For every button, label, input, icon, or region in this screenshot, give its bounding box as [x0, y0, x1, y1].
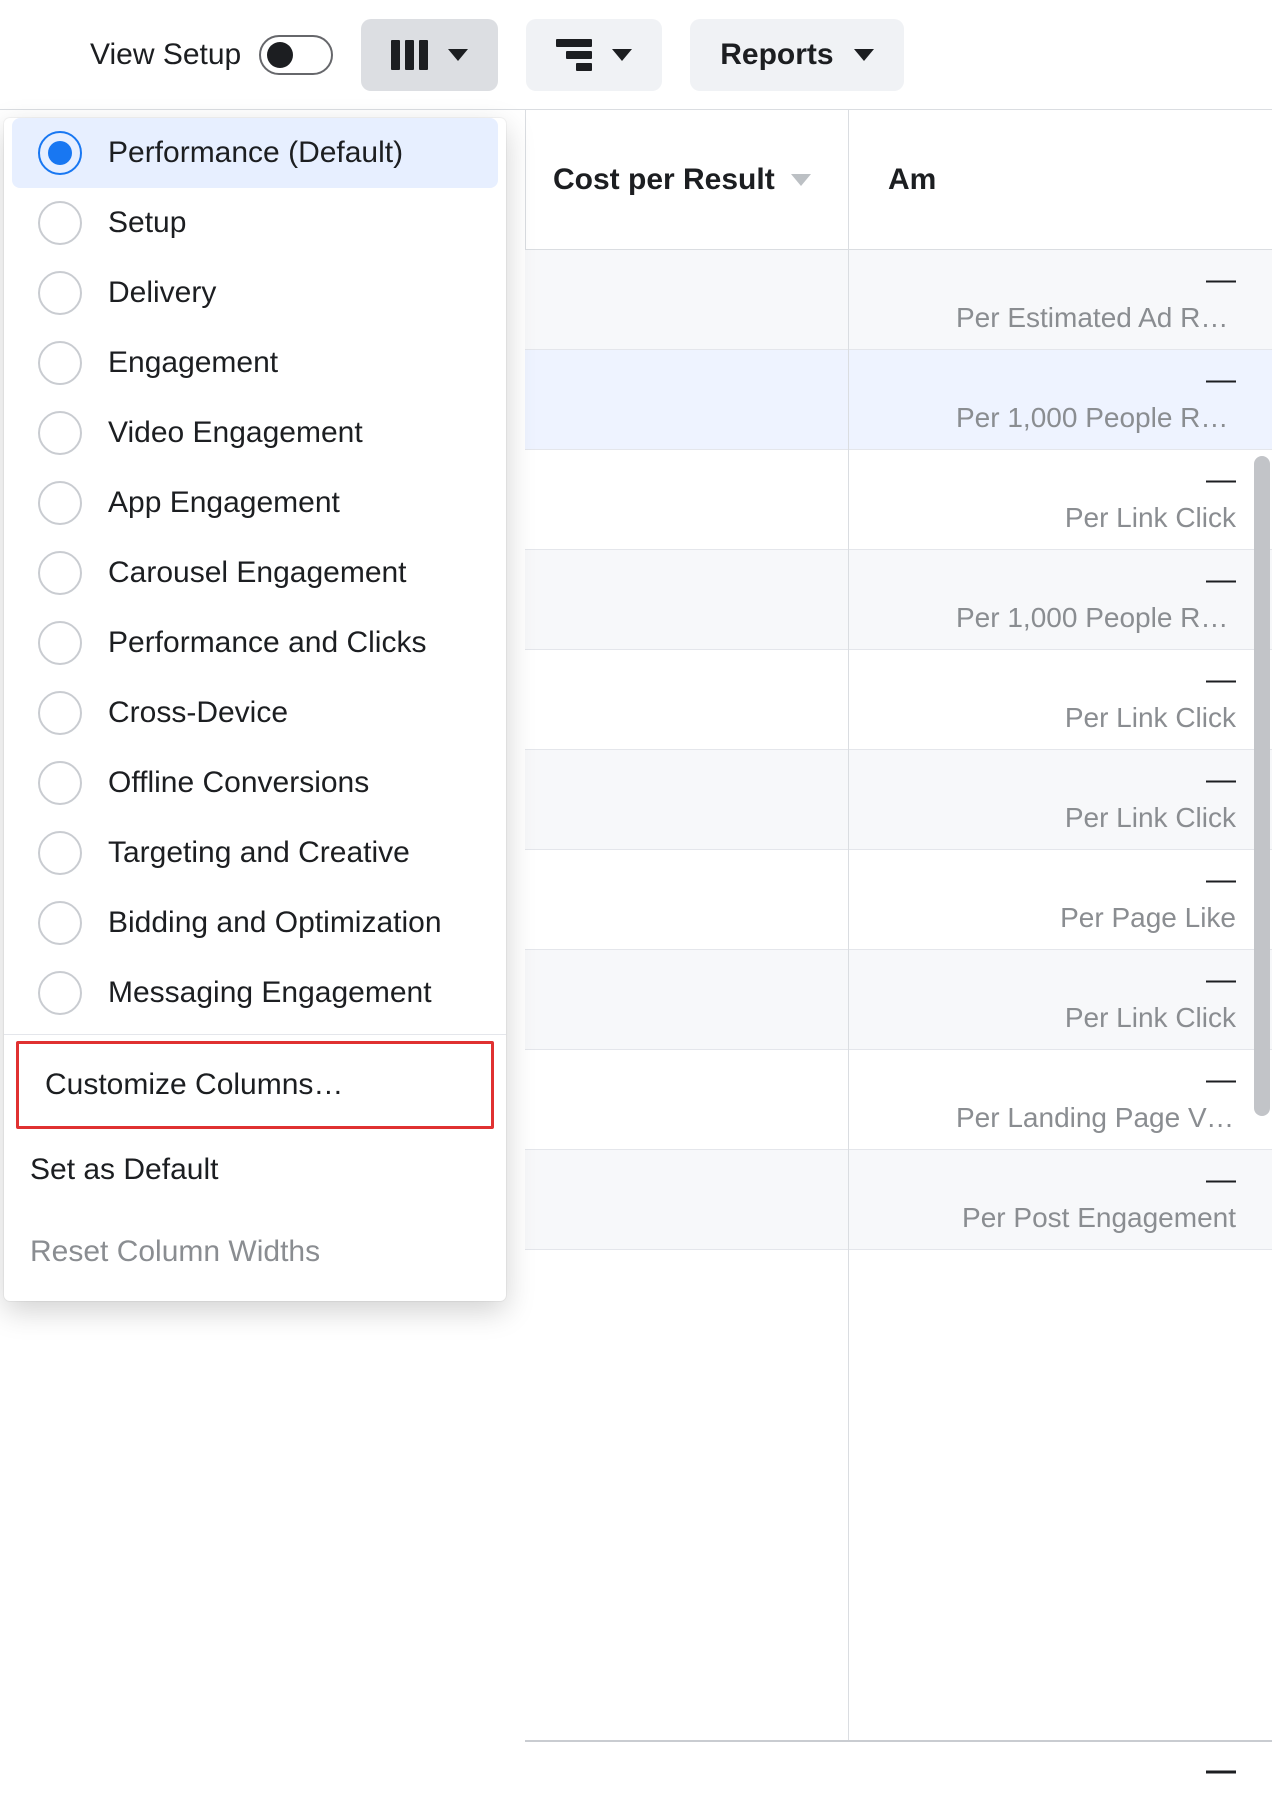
column-preset-option[interactable]: Delivery	[12, 258, 498, 328]
cell-value: —	[1206, 365, 1236, 395]
column-preset-option[interactable]: Offline Conversions	[12, 748, 498, 818]
radio-icon	[38, 691, 82, 735]
table-row[interactable]: — Per Link Click	[525, 750, 1272, 850]
radio-icon	[38, 621, 82, 665]
cell-value: —	[1206, 865, 1236, 895]
sort-caret-icon	[791, 174, 811, 186]
radio-icon	[38, 831, 82, 875]
option-label: Bidding and Optimization	[108, 906, 442, 940]
cell-value: —	[1206, 265, 1236, 295]
cell-subtext: Per Post Engagement	[962, 1201, 1236, 1235]
view-setup-toggle[interactable]	[259, 35, 333, 75]
cell-subtext: Per Link Click	[1065, 701, 1236, 735]
radio-icon	[38, 131, 82, 175]
cell-value: —	[1206, 665, 1236, 695]
table-row[interactable]: — Per 1,000 People Re…	[525, 550, 1272, 650]
option-label: Performance and Clicks	[108, 626, 426, 660]
cell-value: —	[1206, 965, 1236, 995]
cell-subtext: Per Page Like	[1060, 901, 1236, 935]
radio-icon	[38, 901, 82, 945]
table-header-row: Cost per Result Am	[525, 110, 1272, 250]
column-divider	[848, 110, 849, 1800]
radio-icon	[38, 411, 82, 455]
set-as-default-action[interactable]: Set as Default	[4, 1129, 506, 1211]
vertical-scrollbar[interactable]	[1254, 456, 1270, 1116]
table-row[interactable]: — Per Landing Page Vi…	[525, 1050, 1272, 1150]
menu-divider	[4, 1034, 506, 1035]
table-row[interactable]: — Per Estimated Ad Re…	[525, 250, 1272, 350]
customize-columns-action[interactable]: Customize Columns…	[19, 1044, 491, 1126]
cell-subtext: Per Landing Page Vi…	[956, 1101, 1236, 1135]
reports-label: Reports	[720, 38, 833, 72]
table-row[interactable]: — Per Link Click	[525, 450, 1272, 550]
option-label: Carousel Engagement	[108, 556, 407, 590]
option-label: Cross-Device	[108, 696, 288, 730]
view-setup-label: View Setup	[90, 38, 241, 72]
toggle-knob	[267, 42, 293, 68]
view-setup-toggle-group: View Setup	[90, 35, 333, 75]
table-row[interactable]: — Per 1,000 People Re…	[525, 350, 1272, 450]
customize-columns-highlight: Customize Columns…	[16, 1041, 494, 1129]
reports-button[interactable]: Reports	[690, 19, 903, 91]
table-row[interactable]: — Per Page Like	[525, 850, 1272, 950]
table-body: — Per Estimated Ad Re… — Per 1,000 People R…	[525, 250, 1272, 1800]
radio-icon	[38, 271, 82, 315]
cell-value: —	[1206, 465, 1236, 495]
column-header-amount-spent[interactable]: Am	[848, 163, 936, 197]
radio-icon	[38, 201, 82, 245]
breakdown-button[interactable]	[526, 19, 662, 91]
cell-subtext: Per 1,000 People Re…	[956, 401, 1236, 435]
chevron-down-icon	[612, 49, 632, 61]
cell-subtext: Per Link Click	[1065, 1001, 1236, 1035]
reset-column-widths-action: Reset Column Widths	[4, 1211, 506, 1293]
option-label: Targeting and Creative	[108, 836, 410, 870]
cell-subtext: Per 1,000 People Re…	[956, 601, 1236, 635]
column-preset-option[interactable]: Performance and Clicks	[12, 608, 498, 678]
cell-value: —	[1206, 765, 1236, 795]
cell-value: —	[1206, 1165, 1236, 1195]
toolbar: View Setup Reports	[0, 0, 1272, 110]
radio-icon	[38, 481, 82, 525]
column-preset-option[interactable]: Bidding and Optimization	[12, 888, 498, 958]
columns-icon	[391, 40, 428, 70]
column-preset-option[interactable]: Cross-Device	[12, 678, 498, 748]
table-row[interactable]: — Per Link Click	[525, 950, 1272, 1050]
option-label: Engagement	[108, 346, 278, 380]
column-preset-option[interactable]: Targeting and Creative	[12, 818, 498, 888]
column-preset-option[interactable]: Video Engagement	[12, 398, 498, 468]
cell-value: —	[1206, 565, 1236, 595]
column-header-cost-per-result[interactable]: Cost per Result	[525, 163, 848, 197]
option-label: App Engagement	[108, 486, 340, 520]
chevron-down-icon	[854, 49, 874, 61]
option-label: Performance (Default)	[108, 136, 403, 170]
columns-button[interactable]	[361, 19, 498, 91]
radio-icon	[38, 971, 82, 1015]
option-label: Video Engagement	[108, 416, 363, 450]
cell-subtext: Per Link Click	[1065, 801, 1236, 835]
option-label: Messaging Engagement	[108, 976, 432, 1010]
total-value: —	[1206, 1756, 1236, 1786]
option-label: Delivery	[108, 276, 216, 310]
table-total-row: —	[525, 1740, 1272, 1800]
cell-subtext: Per Link Click	[1065, 501, 1236, 535]
option-label: Setup	[108, 206, 186, 240]
column-preset-option[interactable]: Performance (Default)	[12, 118, 498, 188]
table-row[interactable]: — Per Post Engagement	[525, 1150, 1272, 1250]
radio-icon	[38, 551, 82, 595]
column-preset-option[interactable]: App Engagement	[12, 468, 498, 538]
option-label: Offline Conversions	[108, 766, 369, 800]
chevron-down-icon	[448, 49, 468, 61]
radio-icon	[38, 341, 82, 385]
radio-icon	[38, 761, 82, 805]
column-preset-option[interactable]: Carousel Engagement	[12, 538, 498, 608]
column-preset-option[interactable]: Messaging Engagement	[12, 958, 498, 1028]
column-preset-option[interactable]: Setup	[12, 188, 498, 258]
column-preset-option[interactable]: Engagement	[12, 328, 498, 398]
cell-subtext: Per Estimated Ad Re…	[956, 301, 1236, 335]
table-row[interactable]: — Per Link Click	[525, 650, 1272, 750]
breakdown-icon	[556, 39, 592, 71]
columns-preset-dropdown: Performance (Default) Setup Delivery Engage…	[4, 118, 506, 1301]
cell-value: —	[1206, 1065, 1236, 1095]
